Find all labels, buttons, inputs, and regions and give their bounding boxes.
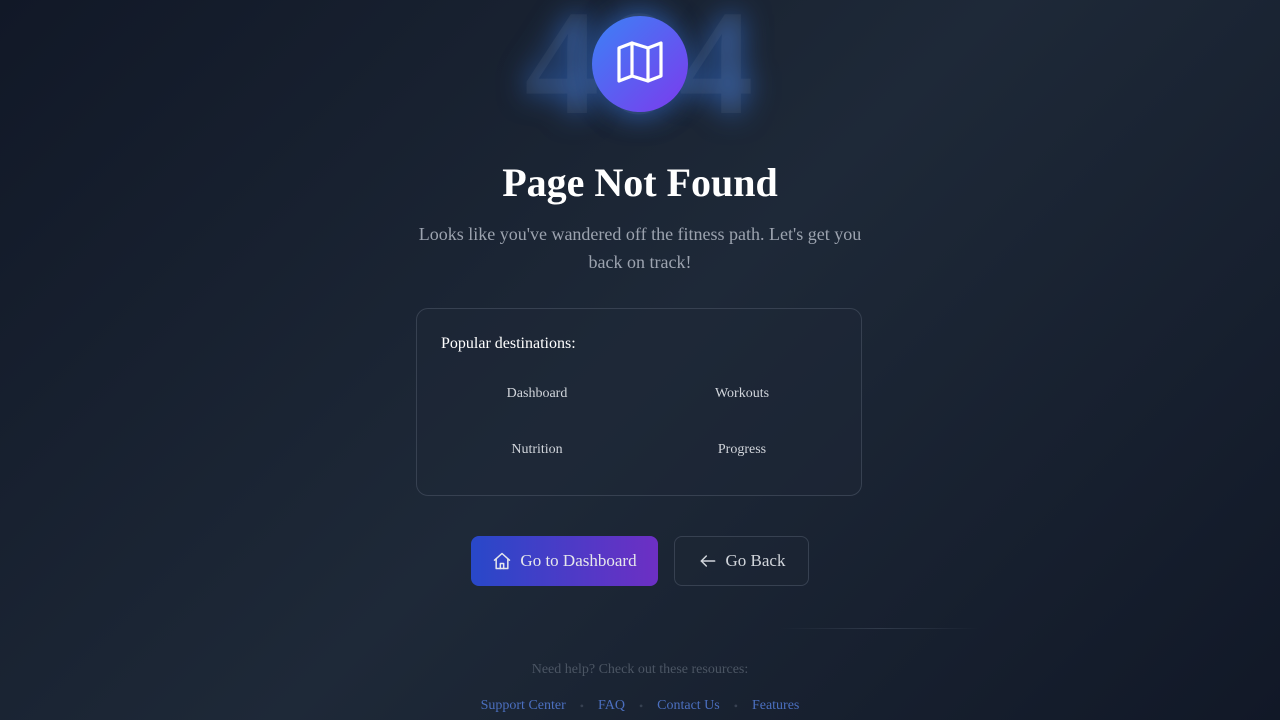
link-separator: • [579, 699, 584, 713]
help-text: Need help? Check out these resources: [531, 662, 749, 677]
support-center-link[interactable]: Support Center [481, 696, 566, 716]
destination-dashboard-link[interactable]: Dashboard [447, 376, 627, 412]
go-back-label: Go Back [725, 551, 786, 570]
go-to-dashboard-button[interactable]: Go to Dashboard [471, 536, 658, 586]
home-icon [492, 551, 512, 571]
destination-progress-link[interactable]: Progress [652, 432, 832, 468]
footer-divider [780, 628, 980, 629]
popular-destinations-heading: Popular destinations: [441, 335, 576, 352]
go-to-dashboard-label: Go to Dashboard [520, 551, 637, 570]
resource-links: Support Center • FAQ • Contact Us • Feat… [0, 696, 1280, 716]
go-back-button[interactable]: Go Back [674, 536, 809, 586]
faq-link[interactable]: FAQ [598, 696, 625, 716]
hero: 404 [0, 0, 1280, 138]
popular-destinations-card: Popular destinations: Dashboard Workouts… [416, 308, 862, 496]
link-separator: • [638, 699, 644, 713]
destination-nutrition-link[interactable]: Nutrition [447, 432, 627, 468]
arrow-left-icon [698, 551, 718, 571]
destination-workouts-link[interactable]: Workouts [652, 376, 832, 412]
map-badge [592, 16, 688, 112]
page-title: Page Not Found [502, 160, 778, 205]
map-icon [615, 39, 665, 89]
link-separator: • [733, 699, 738, 713]
page-subtitle: Looks like you've wandered off the fitne… [418, 224, 862, 272]
features-link[interactable]: Features [752, 696, 799, 716]
contact-us-link[interactable]: Contact Us [657, 696, 720, 716]
